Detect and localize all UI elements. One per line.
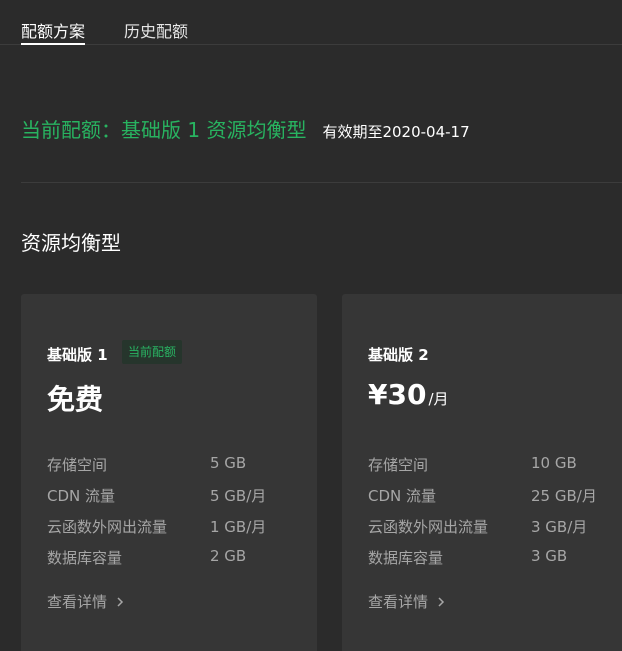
spec-label: 存储空间 — [47, 456, 108, 474]
view-details-label: 查看详情 — [368, 593, 429, 611]
plan-card-basic-2: 基础版 2 ¥30 /月 存储空间 10 GB CDN 流量 25 GB/月 云… — [342, 294, 622, 651]
spec-value: 5 GB — [210, 454, 247, 472]
current-plan-badge: 当前配额 — [122, 340, 183, 364]
spec-row-database: 数据库容量 2 GB — [47, 547, 307, 567]
spec-label: 存储空间 — [368, 456, 429, 474]
plan-name: 基础版 1 — [47, 346, 108, 364]
spec-value: 10 GB — [531, 454, 577, 472]
spec-value: 1 GB/月 — [210, 518, 267, 536]
chevron-right-icon — [438, 596, 445, 607]
spec-row-cdn: CDN 流量 5 GB/月 — [47, 485, 307, 505]
spec-value: 5 GB/月 — [210, 487, 267, 505]
section-title: 资源均衡型 — [21, 231, 121, 255]
spec-row-function-traffic: 云函数外网出流量 1 GB/月 — [47, 516, 307, 536]
spec-value: 3 GB — [531, 547, 568, 565]
current-quota-banner: 当前配额：基础版 1 资源均衡型 有效期至2020-04-17 — [21, 114, 470, 143]
spec-row-database: 数据库容量 3 GB — [368, 547, 622, 567]
spec-row-storage: 存储空间 10 GB — [368, 454, 622, 474]
plan-card-basic-1: 基础版 1 当前配额 免费 存储空间 5 GB CDN 流量 5 GB/月 云函… — [21, 294, 317, 651]
quota-tabs: 配额方案 历史配额 — [0, 0, 622, 45]
spec-label: 云函数外网出流量 — [47, 518, 168, 536]
spec-row-function-traffic: 云函数外网出流量 3 GB/月 — [368, 516, 622, 536]
current-quota-text: 当前配额：基础版 1 资源均衡型 — [21, 118, 307, 142]
spec-row-storage: 存储空间 5 GB — [47, 454, 307, 474]
price-amount: 免费 — [47, 383, 104, 416]
spec-value: 2 GB — [210, 547, 247, 565]
view-details-link[interactable]: 查看详情 — [368, 591, 446, 612]
spec-label: 云函数外网出流量 — [368, 518, 489, 536]
tab-quota-plans[interactable]: 配额方案 — [21, 18, 86, 45]
section-divider — [21, 182, 622, 183]
spec-label: 数据库容量 — [47, 549, 123, 567]
plan-price: 免费 — [47, 378, 103, 418]
spec-label: 数据库容量 — [368, 549, 444, 567]
chevron-right-icon — [117, 596, 124, 607]
expiry-date: 有效期至2020-04-17 — [322, 123, 470, 141]
plan-price: ¥30 /月 — [368, 378, 449, 411]
price-unit: /月 — [428, 390, 449, 408]
spec-value: 3 GB/月 — [531, 518, 588, 536]
spec-label: CDN 流量 — [47, 487, 116, 505]
view-details-link[interactable]: 查看详情 — [47, 591, 125, 612]
view-details-label: 查看详情 — [47, 593, 108, 611]
spec-row-cdn: CDN 流量 25 GB/月 — [368, 485, 622, 505]
price-amount: ¥30 — [368, 378, 427, 411]
spec-label: CDN 流量 — [368, 487, 437, 505]
plan-name: 基础版 2 — [368, 346, 429, 364]
tab-quota-history[interactable]: 历史配额 — [124, 18, 188, 42]
spec-value: 25 GB/月 — [531, 487, 597, 505]
